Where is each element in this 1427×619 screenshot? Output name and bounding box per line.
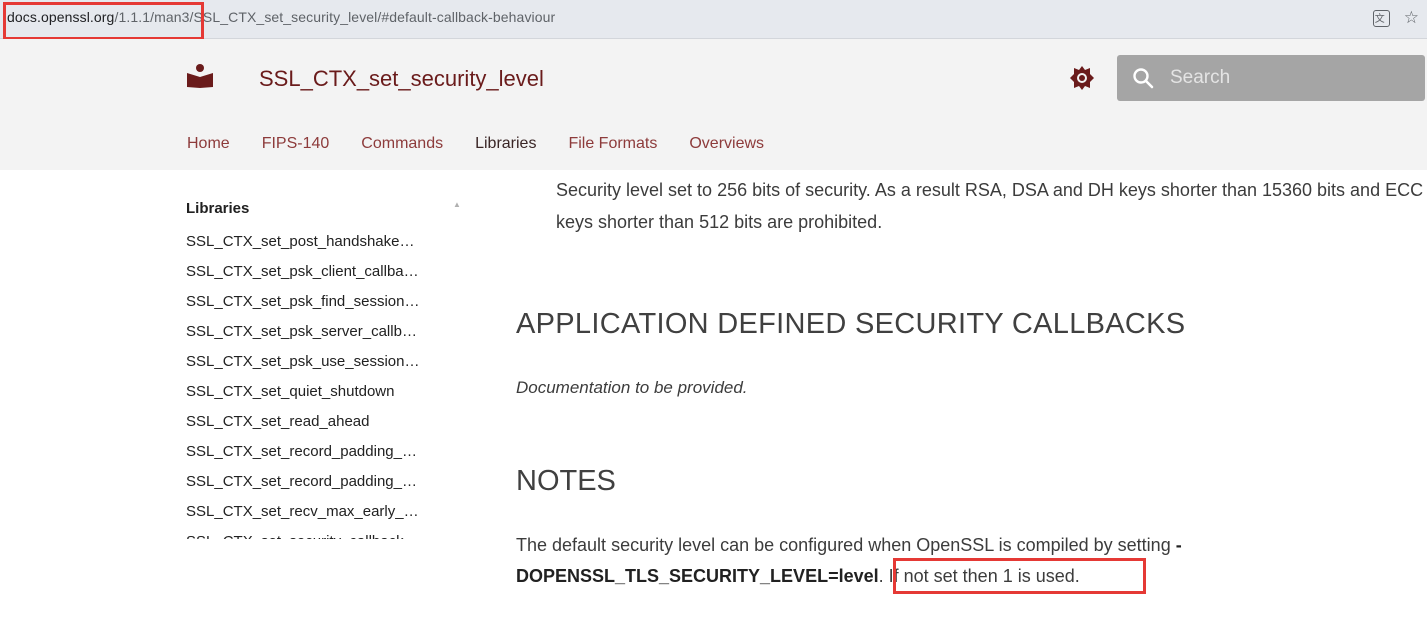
scroll-up-icon[interactable]: ▲ xyxy=(453,200,461,209)
sidebar-item[interactable]: SSL_CTX_set_post_handshake… xyxy=(186,227,461,257)
section-heading-application-callbacks: APPLICATION DEFINED SECURITY CALLBACKS xyxy=(516,308,1186,340)
site-header: SSL_CTX_set_security_level Home FIPS-140… xyxy=(0,39,1427,170)
sidebar-list: SSL_CTX_set_post_handshake… SSL_CTX_set_… xyxy=(186,227,476,539)
sidebar-item[interactable]: SSL_CTX_set_psk_server_callb… xyxy=(186,317,461,347)
tab-fips-140[interactable]: FIPS-140 xyxy=(262,135,330,153)
sidebar-item[interactable]: SSL_CTX_set_record_padding_… xyxy=(186,467,461,497)
translate-icon[interactable] xyxy=(1372,10,1390,27)
sidebar-item[interactable]: SSL_CTX_set_security_callback xyxy=(186,527,461,539)
sidebar-item[interactable]: SSL_CTX_set_recv_max_early_… xyxy=(186,497,461,527)
star-icon[interactable]: ☆ xyxy=(1404,8,1419,28)
url-host: docs.openssl.org xyxy=(7,9,115,25)
url-text[interactable]: docs.openssl.org/1.1.1/man3/SSL_CTX_set_… xyxy=(7,9,555,25)
page-title[interactable]: SSL_CTX_set_security_level xyxy=(259,66,544,92)
search-input[interactable] xyxy=(1168,66,1392,90)
address-bar[interactable]: docs.openssl.org/1.1.1/man3/SSL_CTX_set_… xyxy=(0,0,1427,39)
tab-file-formats[interactable]: File Formats xyxy=(568,135,657,153)
section-heading-notes: NOTES xyxy=(516,465,616,497)
sidebar-item[interactable]: SSL_CTX_set_psk_find_session… xyxy=(186,287,461,317)
security-level-5-description: Security level set to 256 bits of securi… xyxy=(556,180,1424,232)
theme-toggle-icon[interactable] xyxy=(1070,66,1094,90)
sidebar-item[interactable]: SSL_CTX_set_psk_client_callba… xyxy=(186,257,461,287)
documentation-note: Documentation to be provided. xyxy=(516,378,748,397)
sidebar-nav: Libraries ▲ SSL_CTX_set_post_handshake… … xyxy=(186,200,476,539)
book-logo-icon[interactable] xyxy=(187,64,213,88)
tab-libraries[interactable]: Libraries xyxy=(475,135,536,153)
tab-commands[interactable]: Commands xyxy=(361,135,443,153)
sidebar-item[interactable]: SSL_CTX_set_psk_use_session… xyxy=(186,347,461,377)
search-box[interactable] xyxy=(1117,55,1425,101)
main-nav-tabs: Home FIPS-140 Commands Libraries File Fo… xyxy=(187,135,764,153)
notes-paragraph: The default security level can be config… xyxy=(516,530,1316,592)
tab-home[interactable]: Home xyxy=(187,135,230,153)
search-icon xyxy=(1133,68,1154,89)
sidebar-item[interactable]: SSL_CTX_set_read_ahead xyxy=(186,407,461,437)
notes-text: The default security level can be config… xyxy=(516,535,1176,555)
notes-default-text: . If not set then 1 is used. xyxy=(878,566,1080,586)
sidebar-item[interactable]: SSL_CTX_set_record_padding_… xyxy=(186,437,461,467)
sidebar-title: Libraries xyxy=(186,200,250,217)
url-path: /1.1.1/man3/SSL_CTX_set_security_level/#… xyxy=(114,9,556,25)
tab-overviews[interactable]: Overviews xyxy=(689,135,764,153)
sidebar-item[interactable]: SSL_CTX_set_quiet_shutdown xyxy=(186,377,461,407)
